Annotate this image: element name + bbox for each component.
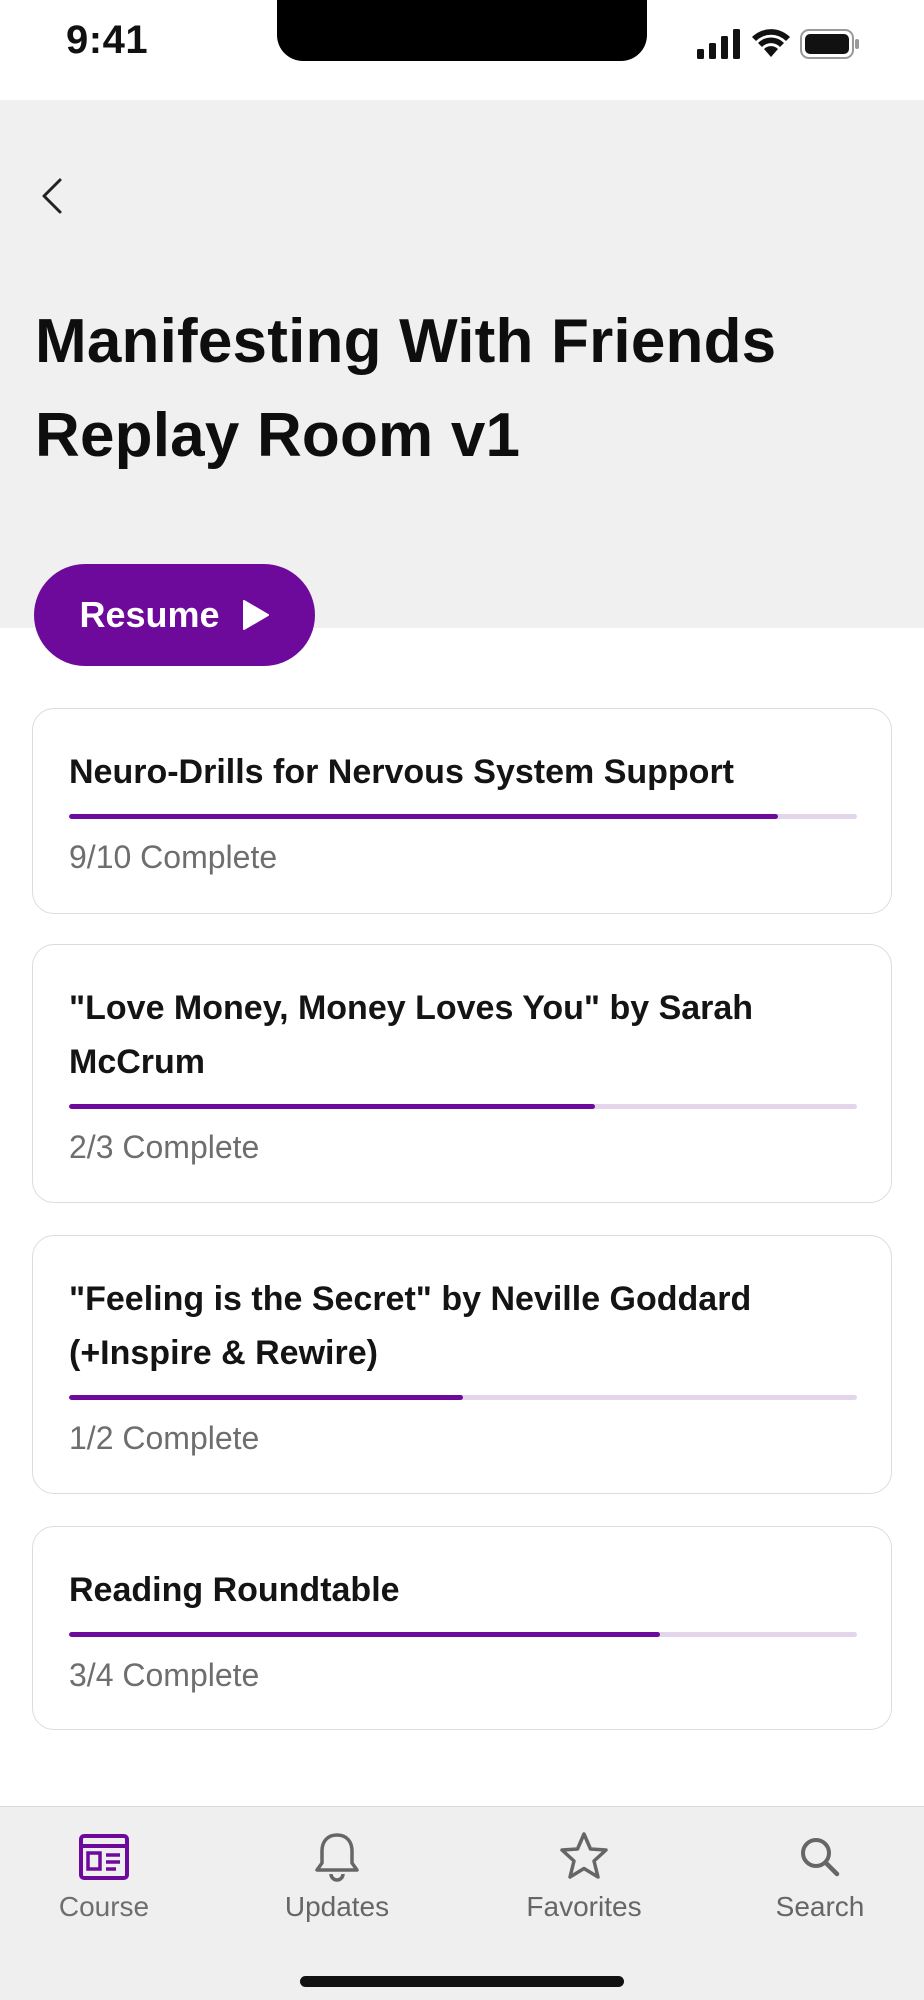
progress-bar xyxy=(69,1632,857,1637)
progress-fill xyxy=(69,1104,595,1109)
bell-icon xyxy=(315,1833,359,1882)
course-status: 1/2 Complete xyxy=(69,1420,260,1456)
progress-bar xyxy=(69,1395,857,1400)
nav-label-search: Search xyxy=(775,1891,865,1922)
wifi-icon xyxy=(752,29,790,57)
progress-bar xyxy=(69,814,857,819)
course-title: Reading Roundtable xyxy=(69,1571,400,1609)
progress-fill xyxy=(69,1632,660,1637)
course-card[interactable]: Neuro-Drills for Nervous System Support … xyxy=(32,708,892,914)
search-icon xyxy=(801,1838,840,1877)
progress-bar xyxy=(69,1104,857,1109)
chevron-left-icon xyxy=(42,178,62,214)
course-title: Neuro-Drills for Nervous System Support xyxy=(69,753,735,791)
course-card[interactable]: "Feeling is the Secret" by Neville Godda… xyxy=(32,1235,892,1494)
nav-item-favorites[interactable]: Favorites xyxy=(522,1829,646,1923)
course-icon xyxy=(79,1834,129,1880)
course-title: "Love Money, Money Loves You" by Sarah M… xyxy=(69,989,754,1081)
back-button[interactable] xyxy=(30,170,74,222)
signal-icon xyxy=(697,29,740,59)
bottom-nav: Course Updates Favorites Search xyxy=(0,1806,924,2000)
course-title: "Feeling is the Secret" by Neville Godda… xyxy=(69,1280,752,1372)
course-status: 3/4 Complete xyxy=(69,1657,260,1693)
page-title-line1: Manifesting With Friends xyxy=(35,307,777,376)
page-title-line2: Replay Room v1 xyxy=(35,401,521,470)
course-card[interactable]: Reading Roundtable 3/4 Complete xyxy=(32,1526,892,1730)
nav-label-updates: Updates xyxy=(284,1891,390,1922)
home-indicator xyxy=(300,1976,624,1987)
status-bar: 9:41 xyxy=(0,0,924,100)
play-icon xyxy=(242,600,269,630)
battery-icon xyxy=(800,29,859,59)
resume-button[interactable]: Resume xyxy=(34,564,315,666)
nav-item-course[interactable]: Course xyxy=(54,1829,154,1923)
star-icon xyxy=(560,1832,608,1879)
status-time: 9:41 xyxy=(66,18,149,62)
progress-fill xyxy=(69,1395,463,1400)
course-status: 9/10 Complete xyxy=(69,839,278,875)
progress-fill xyxy=(69,814,779,819)
notch xyxy=(277,0,647,61)
nav-item-updates[interactable]: Updates xyxy=(282,1829,392,1923)
course-card[interactable]: "Love Money, Money Loves You" by Sarah M… xyxy=(32,944,892,1203)
page-title: Manifesting With Friends Replay Room v1 xyxy=(35,295,875,483)
screen: 9:41 Manifesting With Friends Replay Roo… xyxy=(0,0,924,2000)
resume-label: Resume xyxy=(79,594,220,635)
course-status: 2/3 Complete xyxy=(69,1129,260,1165)
nav-label-course: Course xyxy=(58,1891,150,1922)
nav-item-search[interactable]: Search xyxy=(770,1829,870,1923)
nav-label-favorites: Favorites xyxy=(526,1891,642,1922)
